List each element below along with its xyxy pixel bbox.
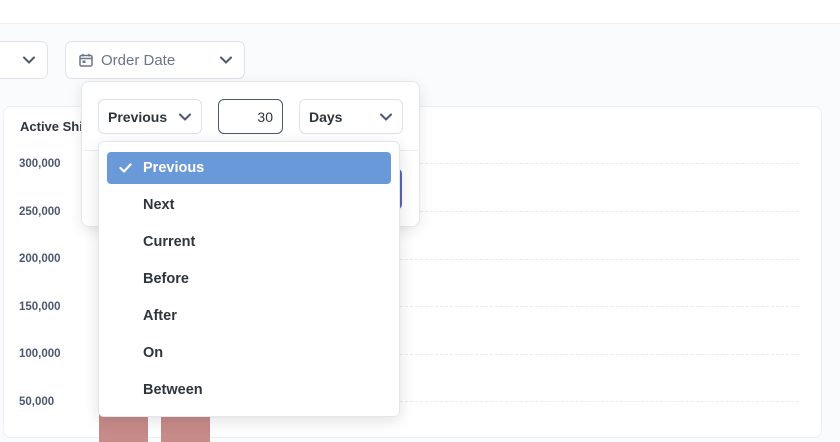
chevron-down-icon — [179, 113, 191, 121]
option-label: On — [143, 345, 164, 361]
amount-input[interactable] — [218, 99, 283, 134]
chart-title: Active Shi — [20, 119, 83, 134]
operator-option-current[interactable]: Current — [107, 226, 391, 258]
calendar-icon — [79, 53, 93, 67]
operator-option-on[interactable]: On — [107, 337, 391, 369]
y-tick-label: 150,000 — [19, 301, 61, 313]
unit-select-label: Days — [309, 108, 343, 125]
operator-option-after[interactable]: After — [107, 300, 391, 332]
chevron-down-icon — [23, 56, 35, 64]
option-label: Before — [143, 271, 189, 287]
y-tick-label: 100,000 — [19, 348, 61, 360]
y-tick-label: 300,000 — [19, 158, 61, 170]
operator-dropdown: Previous Next Current Before After On Be… — [98, 141, 400, 417]
y-tick-label: 250,000 — [19, 206, 61, 218]
operator-select[interactable]: Previous — [98, 99, 202, 134]
operator-select-label: Previous — [108, 108, 168, 125]
unit-select[interactable]: Days — [299, 99, 403, 134]
operator-option-previous[interactable]: Previous — [107, 152, 391, 184]
option-label: After — [143, 308, 177, 324]
operator-option-before[interactable]: Before — [107, 263, 391, 295]
operator-option-between[interactable]: Between — [107, 374, 391, 406]
chevron-down-icon — [220, 56, 232, 64]
y-tick-label: 50,000 — [19, 396, 55, 408]
chevron-down-icon — [380, 113, 392, 121]
filter-pill-partial[interactable] — [0, 41, 48, 79]
option-label: Previous — [143, 160, 205, 176]
operator-option-next[interactable]: Next — [107, 189, 391, 221]
top-bar — [0, 0, 840, 24]
option-label: Between — [143, 382, 203, 398]
y-tick-label: 200,000 — [19, 253, 61, 265]
option-label: Current — [143, 234, 196, 250]
order-date-label: Order Date — [101, 51, 176, 69]
order-date-filter[interactable]: Order Date — [65, 41, 245, 79]
check-icon — [107, 163, 143, 173]
option-label: Next — [143, 197, 175, 213]
